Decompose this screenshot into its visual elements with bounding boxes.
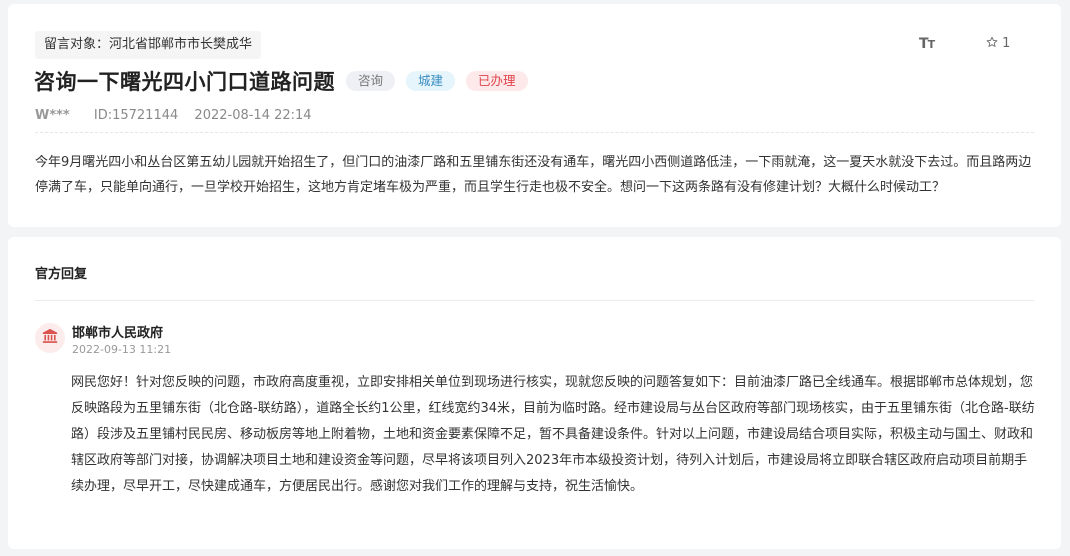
avatar [35, 323, 65, 353]
message-body: 今年9月曙光四小和丛台区第五幼儿园就开始招生了，但门口的油漆厂路和五里铺东街还没… [35, 155, 1032, 195]
page-title: 咨询一下曙光四小门口道路问题 [34, 70, 335, 94]
reply-card: 官方回复 邯郸市人民政府 2022-09-13 11:21 网民您好！针对您反映… [8, 237, 1061, 549]
message-datetime: 2022-08-14 22:14 [194, 108, 312, 123]
divider [35, 300, 1034, 301]
badge-field: 城建 [406, 71, 456, 91]
favorite-count: 1 [1002, 36, 1011, 51]
title-row: 咨询一下曙光四小门口道路问题 咨询 城建 已办理 [34, 66, 528, 96]
reply-org-name: 邯郸市人民政府 [72, 326, 164, 341]
message-id: ID:15721144 [93, 108, 179, 123]
government-building-icon [41, 327, 59, 349]
favorite-button[interactable]: 1 [986, 36, 1010, 51]
reply-time: 2022-09-13 11:21 [72, 343, 172, 356]
badge-category: 咨询 [346, 71, 396, 91]
badge-status: 已办理 [466, 71, 528, 91]
divider [35, 132, 1034, 133]
message-meta: W*** ID:15721144 2022-08-14 22:14 [35, 108, 312, 123]
reply-heading: 官方回复 [35, 267, 88, 282]
reply-body: 网民您好！针对您反映的问题，市政府高度重视，立即安排相关单位到现场进行核实，现就… [71, 375, 1035, 494]
message-target-tag: 留言对象：河北省邯郸市市长樊成华 [35, 31, 262, 59]
star-icon [986, 36, 1002, 51]
font-size-icon: TT [919, 36, 935, 52]
font-size-toggle[interactable]: TT [919, 36, 935, 52]
message-user: W*** [35, 108, 70, 123]
message-card: 留言对象：河北省邯郸市市长樊成华 TT 1 咨询一下曙光四小门口道路问题 咨询 … [8, 4, 1061, 227]
message-target-label: 留言对象：河北省邯郸市市长樊成华 [44, 37, 253, 52]
